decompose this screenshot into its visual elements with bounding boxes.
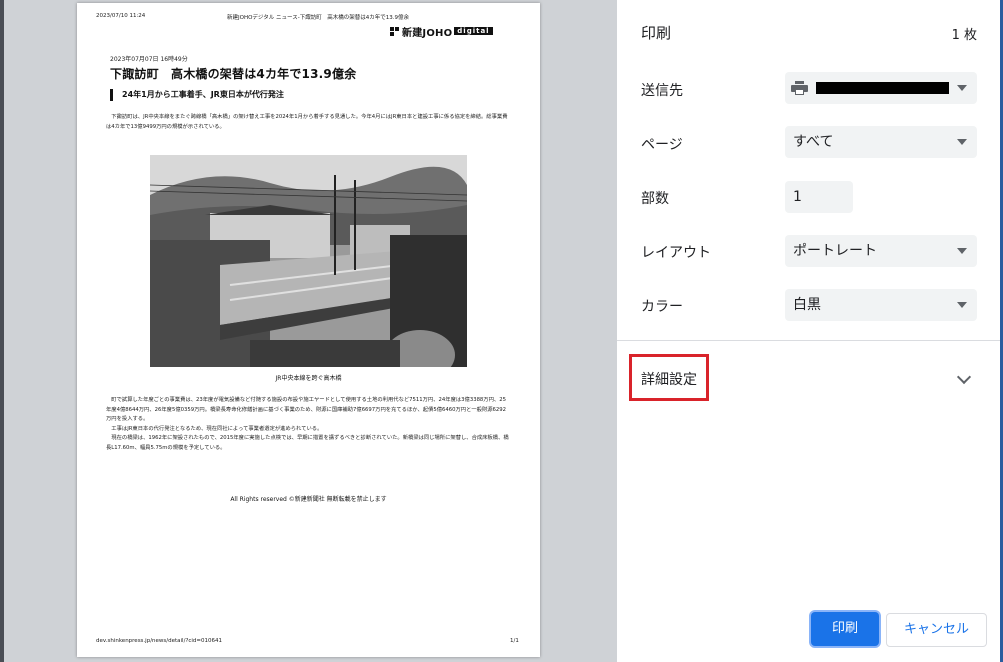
print-button[interactable]: 印刷 xyxy=(811,612,879,646)
logo: 新建JOHO digital xyxy=(390,25,493,39)
article-subtitle: 24年1月から工事着手、JR東日本が代行発注 xyxy=(122,90,284,99)
footer-page-number: 1/1 xyxy=(510,638,519,644)
divider xyxy=(617,340,1003,341)
caret-down-icon xyxy=(957,85,967,91)
logo-mark-icon xyxy=(390,26,399,36)
page-header-title: 新建JOHOデジタル ニュース-下諏訪町 高木橋の架替は4カ年で13.9億余 xyxy=(227,15,410,21)
logo-digital: digital xyxy=(454,27,493,35)
footer-url: dev.shinkenpress.jp/news/detail/?cid=010… xyxy=(96,638,223,644)
logo-text: 新建JOHO xyxy=(402,27,453,39)
article-paragraph: 町で試算した年度ごとの事業費は、23年度が電気設備など付随する施設の布設や施工ヤ… xyxy=(106,397,509,451)
print-settings-panel: 印刷 1 枚 送信先 ページ すべて 部数 1 レイアウト ポートレート カラー… xyxy=(617,0,1003,662)
panel-title: 印刷 xyxy=(641,24,672,42)
sheet-count: 1 枚 xyxy=(951,28,977,43)
chevron-down-icon[interactable] xyxy=(956,369,972,385)
article-title: 下諏訪町 高木橋の架替は4カ年で13.9億余 xyxy=(110,67,357,81)
window-edge xyxy=(0,0,4,662)
article-date: 2023年07月07日 16時49分 xyxy=(110,56,188,63)
preview-page: 2023/07/10 11:24 新建JOHOデジタル ニュース-下諏訪町 高木… xyxy=(77,3,540,657)
copies-label: 部数 xyxy=(641,191,669,207)
pages-value: すべて xyxy=(793,134,834,150)
pages-label: ページ xyxy=(641,137,683,153)
page-header-date: 2023/07/10 11:24 xyxy=(96,13,146,19)
layout-label: レイアウト xyxy=(641,245,711,261)
layout-value: ポートレート xyxy=(793,243,877,259)
destination-select[interactable] xyxy=(785,72,977,104)
advanced-settings-toggle[interactable]: 詳細設定 xyxy=(641,369,697,389)
color-label: カラー xyxy=(641,299,683,315)
caret-down-icon xyxy=(957,248,967,254)
print-preview-area: 2023/07/10 11:24 新建JOHOデジタル ニュース-下諏訪町 高木… xyxy=(0,0,617,662)
pages-select[interactable]: すべて xyxy=(785,126,977,158)
printer-icon xyxy=(791,81,808,95)
layout-select[interactable]: ポートレート xyxy=(785,235,977,267)
copies-input[interactable]: 1 xyxy=(785,181,853,213)
article-paragraph: 下諏訪町は、JR中央本線をまたぐ跨線橋「高木橋」の架け替え工事を2024年1月か… xyxy=(106,114,508,130)
caret-down-icon xyxy=(957,139,967,145)
photo-caption: JR中央本線を跨ぐ高木橋 xyxy=(275,375,342,382)
cancel-button[interactable]: キャンセル xyxy=(886,613,987,647)
destination-value-redacted xyxy=(816,82,949,94)
color-select[interactable]: 白黒 xyxy=(785,289,977,321)
color-value: 白黒 xyxy=(793,297,821,313)
destination-label: 送信先 xyxy=(641,83,683,99)
copyright-notice: All Rights reserved ©新建新聞社 無断転載を禁止します xyxy=(230,496,387,503)
article-photo xyxy=(150,155,467,367)
caret-down-icon xyxy=(957,302,967,308)
subtitle-bar xyxy=(110,89,113,101)
